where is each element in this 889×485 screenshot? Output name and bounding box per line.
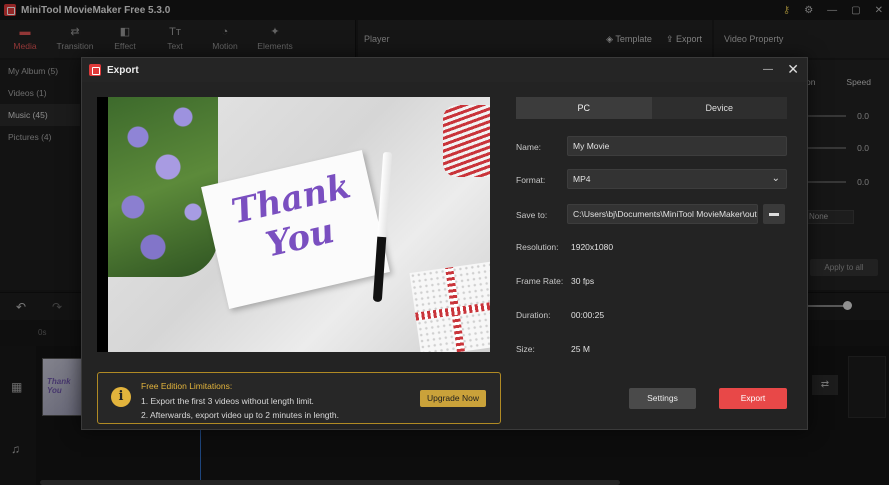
- limitation-line-2: 2. Afterwards, export video up to 2 minu…: [141, 410, 339, 420]
- save-to-label: Save to:: [516, 210, 548, 220]
- tab-device[interactable]: Device: [651, 97, 787, 119]
- dialog-logo-icon: [89, 64, 101, 76]
- export-preview: Thank You: [97, 97, 490, 352]
- info-icon: i: [111, 387, 131, 407]
- settings-button[interactable]: Settings: [629, 388, 696, 409]
- limitation-line-1: 1. Export the first 3 videos without len…: [141, 396, 314, 406]
- size-value: 25 M: [571, 344, 590, 354]
- resolution-value: 1920x1080: [571, 242, 614, 252]
- upgrade-now-button[interactable]: Upgrade Now: [420, 390, 486, 407]
- thank-you-card: Thank You: [201, 150, 390, 309]
- twine-spool-graphic: [443, 105, 490, 177]
- export-dialog: Export — ✕ Thank You PC Device Name: My M…: [81, 57, 808, 430]
- export-target-tabs: PC Device: [516, 97, 787, 119]
- name-label: Name:: [516, 142, 542, 152]
- resolution-label: Resolution:: [516, 242, 559, 252]
- export-button[interactable]: Export: [719, 388, 787, 409]
- format-label: Format:: [516, 175, 546, 185]
- save-path-input[interactable]: C:\Users\bj\Documents\MiniTool MovieMake…: [567, 204, 758, 224]
- frame-rate-value: 30 fps: [571, 276, 595, 286]
- folder-icon: ▬: [769, 208, 779, 219]
- preview-image: Thank You: [108, 97, 490, 352]
- name-input[interactable]: My Movie: [567, 136, 787, 156]
- dialog-title-bar: Export — ✕: [82, 58, 807, 82]
- duration-value: 00:00:25: [571, 310, 605, 320]
- chevron-down-icon: ⌄: [771, 173, 780, 184]
- browse-folder-button[interactable]: ▬: [763, 204, 785, 224]
- dialog-minimize-icon[interactable]: —: [763, 64, 773, 75]
- frame-rate-label: Frame Rate:: [516, 276, 564, 286]
- format-value: MP4: [573, 174, 591, 184]
- duration-label: Duration:: [516, 310, 551, 320]
- tab-pc[interactable]: PC: [516, 97, 652, 119]
- size-label: Size:: [516, 344, 535, 354]
- free-edition-limitations: i Free Edition Limitations: 1. Export th…: [97, 372, 501, 424]
- dialog-close-icon[interactable]: ✕: [787, 61, 799, 78]
- limitations-title: Free Edition Limitations:: [141, 381, 233, 391]
- card-text: Thank You: [227, 166, 355, 266]
- format-select[interactable]: MP4 ⌄: [567, 169, 787, 189]
- dialog-title: Export: [107, 64, 139, 76]
- gift-box-graphic: [409, 261, 490, 352]
